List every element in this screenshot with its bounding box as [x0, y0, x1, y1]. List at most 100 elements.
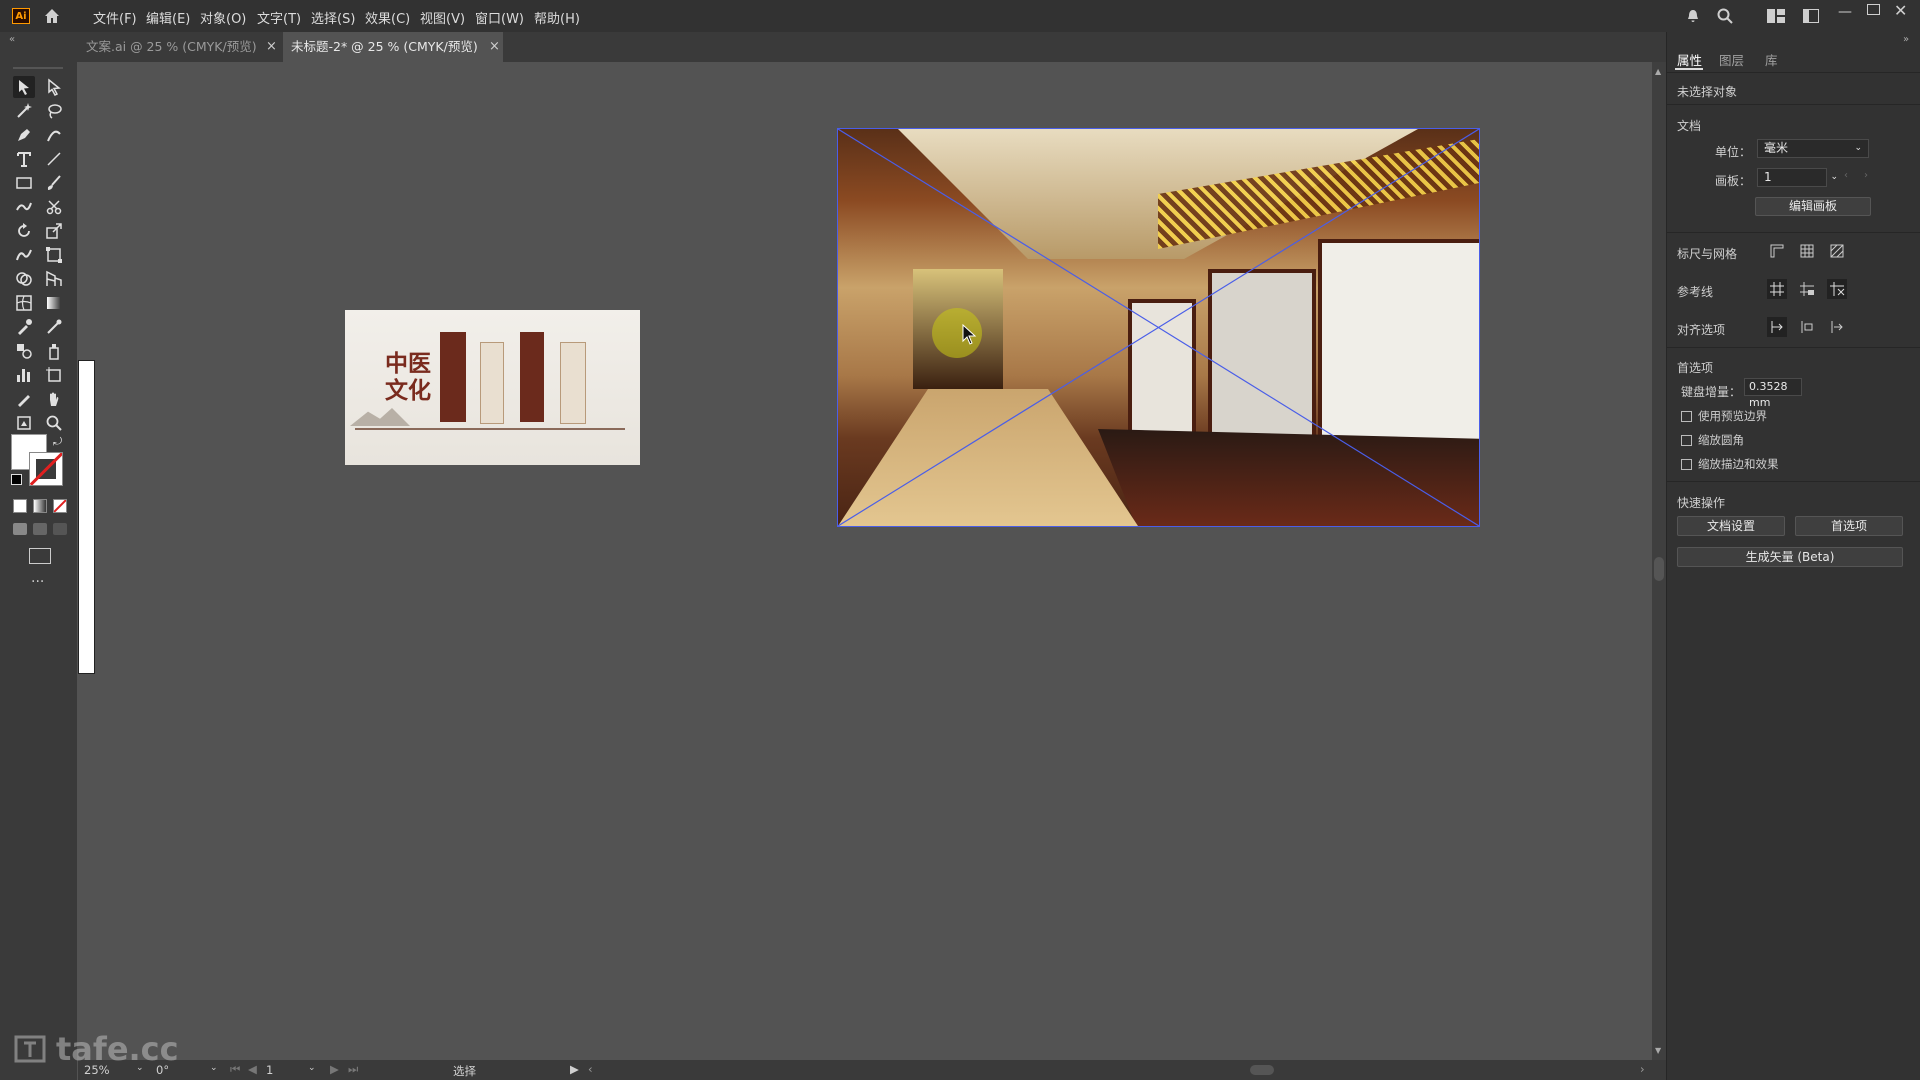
none-mode-icon[interactable] — [53, 499, 67, 513]
paintbrush-tool-icon[interactable] — [43, 172, 65, 194]
line-segment-tool-icon[interactable] — [43, 148, 65, 170]
slice-tool-icon[interactable] — [13, 388, 35, 410]
tab-close-icon[interactable]: × — [266, 39, 277, 54]
next-artboard-icon[interactable]: ▶ — [330, 1062, 339, 1076]
free-transform-tool-icon[interactable] — [43, 244, 65, 266]
last-artboard-icon[interactable]: ⏭ — [348, 1062, 358, 1077]
horizontal-scroll-thumb[interactable] — [1250, 1065, 1274, 1075]
tab-document-2[interactable]: 未标题-2* @ 25 % (CMYK/预览) — [283, 32, 503, 62]
smart-guides-icon[interactable] — [1827, 279, 1847, 299]
menu-object[interactable]: 对象(O) — [200, 8, 246, 27]
default-fill-stroke-icon[interactable] — [11, 474, 22, 485]
chevron-down-icon[interactable]: ⌄ — [210, 1063, 218, 1073]
workspace-switcher-icon[interactable] — [1767, 9, 1785, 26]
home-icon[interactable] — [43, 7, 61, 25]
arrange-documents-icon[interactable] — [1803, 9, 1819, 26]
artboard-tool-icon[interactable] — [43, 364, 65, 386]
draw-behind-icon[interactable] — [33, 523, 47, 535]
transparency-grid-icon[interactable] — [1827, 241, 1847, 261]
scale-tool-icon[interactable] — [43, 220, 65, 242]
next-artboard-icon[interactable]: › — [1864, 170, 1868, 181]
shape-builder-tool-icon[interactable] — [13, 268, 35, 290]
eyedropper-tool-icon[interactable] — [13, 316, 35, 338]
edit-artboards-button[interactable]: 编辑画板 — [1755, 197, 1871, 216]
minimize-button[interactable]: — — [1838, 4, 1852, 20]
gradient-tool-icon[interactable] — [43, 292, 65, 314]
tab-document-1[interactable]: 文案.ai @ 25 % (CMYK/预览) — [78, 32, 282, 62]
direct-selection-tool-icon[interactable] — [43, 76, 65, 98]
type-tool-icon[interactable] — [13, 148, 35, 170]
snap-to-glyph-icon[interactable] — [1827, 317, 1847, 337]
artboard-select[interactable]: 1 ⌄ — [1757, 168, 1838, 187]
previous-artboard-icon[interactable]: ◀ — [248, 1062, 257, 1076]
collapse-toolbar-icon[interactable]: « — [9, 34, 15, 45]
hand-tool-icon[interactable] — [43, 388, 65, 410]
scroll-left-icon[interactable]: ‹ — [588, 1062, 593, 1076]
menu-window[interactable]: 窗口(W) — [475, 8, 524, 27]
tab-properties[interactable]: 属性 — [1677, 50, 1702, 69]
warp-tool-icon[interactable] — [13, 244, 35, 266]
lock-guides-icon[interactable] — [1797, 279, 1817, 299]
perspective-grid-tool-icon[interactable] — [43, 268, 65, 290]
menu-type[interactable]: 文字(T) — [257, 8, 301, 27]
previous-artboard-icon[interactable]: ‹ — [1844, 170, 1848, 181]
menu-effect[interactable]: 效果(C) — [365, 8, 410, 27]
vertical-scrollbar[interactable]: ▲ ▼ — [1652, 62, 1666, 1060]
menu-edit[interactable]: 编辑(E) — [146, 8, 190, 27]
lasso-tool-icon[interactable] — [43, 100, 65, 122]
search-icon[interactable] — [1716, 7, 1734, 28]
scale-strokes-effects-checkbox[interactable] — [1681, 459, 1692, 470]
artboard-number[interactable]: 1 — [266, 1063, 273, 1077]
bell-icon[interactable] — [1685, 8, 1701, 27]
pen-tool-icon[interactable] — [13, 124, 35, 146]
zoom-tool-icon[interactable] — [43, 412, 65, 434]
stroke-swatch[interactable] — [29, 452, 63, 486]
keyboard-increment-input[interactable]: 0.3528 mm — [1744, 378, 1802, 409]
use-preview-bounds-checkbox[interactable] — [1681, 411, 1692, 422]
chevron-down-icon[interactable]: ⌄ — [308, 1063, 316, 1073]
status-menu-arrow-icon[interactable]: ▶ — [570, 1062, 579, 1076]
draw-normal-icon[interactable] — [13, 523, 27, 535]
maximize-button[interactable] — [1867, 4, 1880, 15]
grid-icon[interactable] — [1797, 241, 1817, 261]
column-graph-tool-icon[interactable] — [13, 364, 35, 386]
curvature-tool-icon[interactable] — [43, 124, 65, 146]
menu-view[interactable]: 视图(V) — [420, 8, 465, 27]
edit-toolbar-icon[interactable]: ··· — [31, 574, 44, 590]
swap-fill-stroke-icon[interactable]: ⤾ — [53, 435, 62, 449]
measure-tool-icon[interactable] — [43, 316, 65, 338]
selection-tool-icon[interactable] — [13, 76, 35, 98]
magic-wand-tool-icon[interactable] — [13, 100, 35, 122]
menu-file[interactable]: 文件(F) — [93, 8, 137, 27]
tab-layers[interactable]: 图层 — [1719, 50, 1744, 69]
rectangle-tool-icon[interactable] — [13, 172, 35, 194]
generate-vectors-button[interactable]: 生成矢量 (Beta) — [1677, 547, 1903, 567]
gradient-mode-icon[interactable] — [33, 499, 47, 513]
scissors-tool-icon[interactable] — [43, 196, 65, 218]
snap-to-point-icon[interactable] — [1767, 317, 1787, 337]
tab-close-icon[interactable]: × — [489, 39, 500, 54]
preferences-button[interactable]: 首选项 — [1795, 516, 1903, 536]
scale-corners-checkbox[interactable] — [1681, 435, 1692, 446]
screen-mode-icon[interactable] — [29, 548, 51, 564]
mesh-tool-icon[interactable] — [13, 292, 35, 314]
menu-select[interactable]: 选择(S) — [311, 8, 355, 27]
show-guides-icon[interactable] — [1767, 279, 1787, 299]
symbol-sprayer-tool-icon[interactable] — [43, 340, 65, 362]
shaper-tool-icon[interactable] — [13, 196, 35, 218]
panel-collapse-icon[interactable]: » — [1903, 34, 1909, 45]
ruler-icon[interactable] — [1767, 241, 1787, 261]
placed-image-culture-wall[interactable]: 中医文化 — [345, 310, 640, 465]
draw-inside-icon[interactable] — [53, 523, 67, 535]
color-mode-icon[interactable] — [13, 499, 27, 513]
artboard-navigator-icon[interactable] — [13, 412, 35, 434]
panel-grip[interactable] — [13, 67, 63, 69]
document-setup-button[interactable]: 文档设置 — [1677, 516, 1785, 536]
rotate-tool-icon[interactable] — [13, 220, 35, 242]
tab-libraries[interactable]: 库 — [1765, 50, 1778, 69]
snap-to-pixel-icon[interactable] — [1797, 317, 1817, 337]
units-select[interactable]: 毫米 ⌄ — [1757, 139, 1869, 158]
scroll-right-icon[interactable]: › — [1640, 1062, 1645, 1076]
menu-help[interactable]: 帮助(H) — [534, 8, 580, 27]
close-window-button[interactable]: ✕ — [1894, 1, 1907, 20]
